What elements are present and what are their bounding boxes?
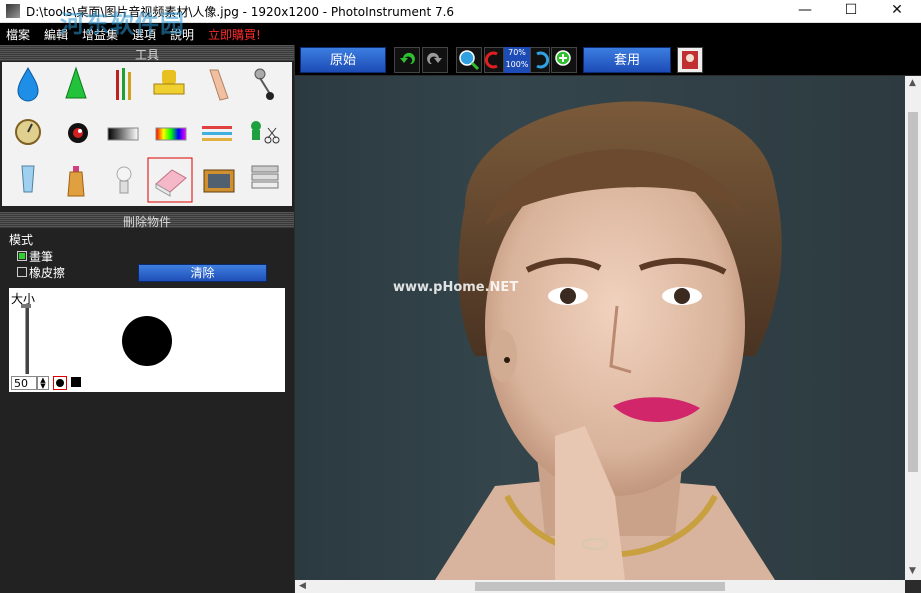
tools-panel-title: 工具 bbox=[134, 48, 159, 62]
zoom-current: 70% bbox=[508, 48, 526, 57]
rainbow-bar-icon[interactable] bbox=[155, 127, 187, 141]
tools-panel-header: 工具 bbox=[0, 45, 294, 62]
eye-icon[interactable] bbox=[68, 123, 88, 143]
square-brush-shape-button[interactable] bbox=[71, 377, 81, 387]
clear-button[interactable]: 清除 bbox=[138, 264, 267, 282]
vertical-scrollbar[interactable]: ▲ ▼ bbox=[905, 76, 921, 580]
vertical-scroll-thumb[interactable] bbox=[908, 112, 918, 472]
menu-bar: 檔案 編輯 增益集 選項 說明 立即購買! bbox=[0, 23, 921, 45]
menu-file[interactable]: 檔案 bbox=[6, 26, 30, 43]
tool-grid bbox=[2, 62, 292, 206]
brush-option-label[interactable]: 畫筆 bbox=[29, 248, 53, 265]
horizontal-scrollbar[interactable]: ◀ bbox=[295, 580, 905, 593]
scroll-down-icon[interactable]: ▼ bbox=[909, 566, 916, 576]
bulb-icon[interactable] bbox=[116, 166, 132, 194]
remove-object-header: 刪除物件 bbox=[0, 212, 294, 229]
brushes-icon[interactable] bbox=[116, 68, 131, 100]
finger-smudge-icon[interactable] bbox=[209, 69, 229, 101]
window-title: D:\tools\桌面\图片音视频素材\人像.jpg - 1920x1200 -… bbox=[26, 5, 455, 19]
size-input[interactable]: 50 bbox=[11, 376, 37, 390]
tube-icon[interactable] bbox=[21, 165, 35, 193]
app-icon bbox=[6, 4, 20, 18]
color-lines-icon[interactable] bbox=[202, 126, 232, 141]
scissors-clone-icon[interactable] bbox=[251, 121, 280, 144]
tv-icon[interactable] bbox=[203, 169, 235, 193]
rotate-right-icon[interactable] bbox=[530, 47, 550, 73]
water-drop-icon[interactable] bbox=[17, 67, 39, 102]
eraser-radio[interactable] bbox=[17, 267, 27, 277]
canvas-watermark: www.pHome.NET bbox=[393, 280, 519, 295]
scroll-left-icon[interactable]: ◀ bbox=[299, 581, 306, 591]
menu-addons[interactable]: 增益集 bbox=[82, 26, 118, 43]
tool-icons bbox=[15, 66, 280, 203]
brush-preview bbox=[122, 316, 172, 366]
clock-icon[interactable] bbox=[15, 119, 41, 145]
zoom-full: 100% bbox=[505, 60, 529, 69]
brush-size-box: 大小 50 ▲ ▼ bbox=[9, 288, 285, 392]
undo-icon[interactable] bbox=[394, 47, 420, 73]
menu-help[interactable]: 說明 bbox=[170, 26, 194, 43]
eraser-icon[interactable] bbox=[155, 169, 187, 197]
portrait-image bbox=[435, 101, 782, 580]
maximize-button[interactable]: ☐ bbox=[828, 0, 874, 22]
minimize-button[interactable]: — bbox=[782, 0, 828, 22]
image-canvas[interactable]: www.pHome.NET bbox=[295, 76, 905, 580]
cone-icon[interactable] bbox=[65, 66, 87, 99]
menu-options[interactable]: 選項 bbox=[132, 26, 156, 43]
close-button[interactable]: ✕ bbox=[874, 0, 920, 22]
text-layers-icon[interactable] bbox=[251, 165, 279, 189]
rotate-left-icon[interactable] bbox=[484, 47, 504, 73]
image-toolbar: 原始 70% 100% 套用 bbox=[295, 45, 921, 75]
round-brush-shape-button[interactable] bbox=[53, 376, 67, 390]
zoom-in-icon[interactable] bbox=[551, 47, 577, 73]
size-slider-thumb[interactable] bbox=[21, 304, 31, 308]
before-after-icon[interactable] bbox=[677, 47, 703, 73]
zoom-fit-icon[interactable] bbox=[456, 47, 482, 73]
horizontal-scroll-thumb[interactable] bbox=[475, 582, 725, 591]
bottle-icon[interactable] bbox=[67, 166, 85, 197]
apply-button[interactable]: 套用 bbox=[583, 47, 671, 73]
gradient-bar-icon[interactable] bbox=[107, 127, 139, 141]
original-button[interactable]: 原始 bbox=[300, 47, 386, 73]
brush-radio[interactable] bbox=[17, 251, 27, 261]
menu-edit[interactable]: 編輯 bbox=[44, 26, 68, 43]
mode-label: 模式 bbox=[9, 233, 34, 247]
menu-buy-now[interactable]: 立即購買! bbox=[208, 26, 261, 43]
redo-icon[interactable] bbox=[422, 47, 448, 73]
pin-icon[interactable] bbox=[254, 68, 274, 100]
size-spinner[interactable]: ▲ ▼ bbox=[37, 376, 49, 390]
stamp-icon[interactable] bbox=[153, 70, 185, 95]
remove-object-title: 刪除物件 bbox=[122, 215, 171, 229]
zoom-level: 70% 100% bbox=[504, 47, 530, 73]
size-slider-track[interactable] bbox=[25, 306, 29, 374]
eraser-option-label[interactable]: 橡皮擦 bbox=[29, 264, 65, 281]
title-bar: D:\tools\桌面\图片音视频素材\人像.jpg - 1920x1200 -… bbox=[0, 0, 921, 23]
scroll-up-icon[interactable]: ▲ bbox=[909, 78, 916, 88]
